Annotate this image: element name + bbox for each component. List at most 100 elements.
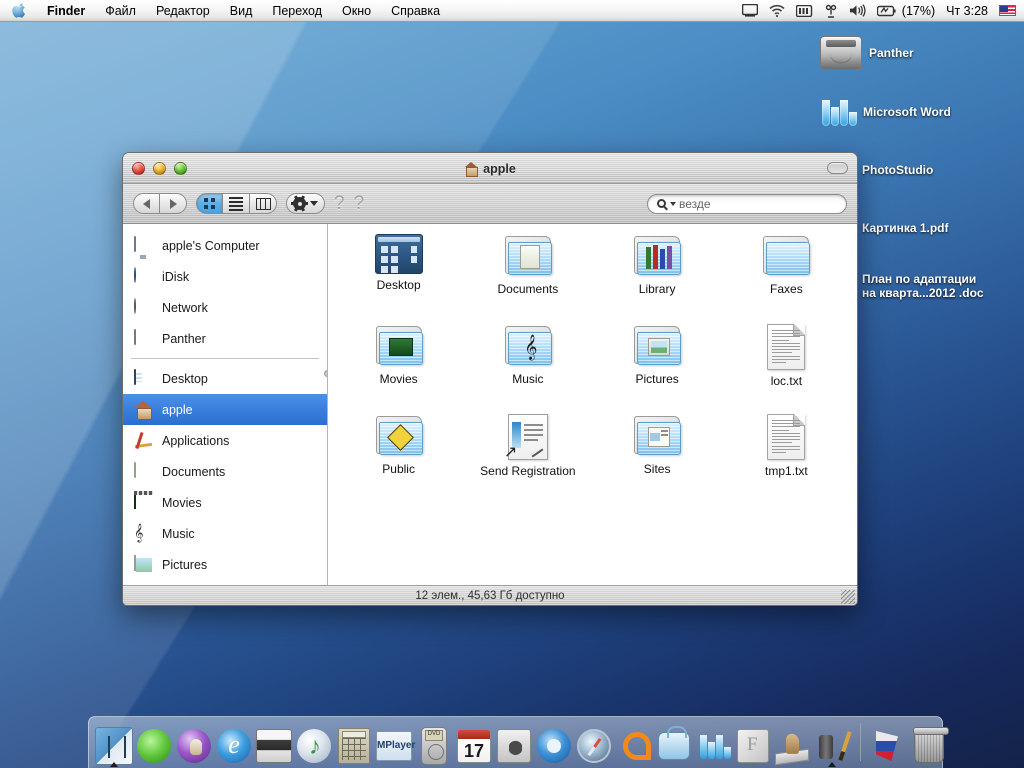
sidebar-item-idisk[interactable]: iDisk	[123, 261, 327, 292]
dock-item-quicktime[interactable]	[535, 721, 573, 765]
dock-item-preview[interactable]	[615, 721, 653, 765]
wifi-icon[interactable]	[769, 4, 785, 17]
idisk-icon	[134, 266, 136, 283]
sidebar-item-computer[interactable]: apple's Computer	[123, 230, 327, 261]
sidebar-item-panther[interactable]: Panther	[123, 323, 327, 354]
system-preferences-icon	[497, 729, 531, 763]
desktop-item-photostudio[interactable]: PhotoStudio	[862, 163, 933, 177]
sidebar-item-applications[interactable]: Applications	[123, 425, 327, 456]
font-book-icon	[737, 729, 769, 763]
toolbar-toggle-button[interactable]	[827, 162, 848, 174]
dock-item-photostudio[interactable]	[813, 721, 851, 767]
movies-folder-icon	[134, 492, 136, 509]
dock-item-trash[interactable]	[910, 721, 949, 765]
dock-item-russian-flag-app[interactable]	[870, 721, 908, 765]
desktop-item-panther[interactable]: Panther	[820, 36, 914, 70]
search-input-value[interactable]: везде	[679, 197, 711, 211]
menu-item-finder[interactable]: Finder	[37, 0, 95, 22]
battery-icon[interactable]	[876, 5, 897, 17]
sidebar-item-music[interactable]: 𝄞 Music	[123, 518, 327, 549]
back-button[interactable]	[133, 193, 160, 214]
music-folder-icon: 𝄞	[502, 324, 554, 368]
column-view-icon	[255, 197, 271, 210]
xchat-icon	[137, 729, 171, 763]
dock-item-calculator[interactable]	[335, 721, 373, 765]
status-text: 12 элем., 45,63 Гб доступно	[415, 589, 565, 602]
file-item-pictures[interactable]: Pictures	[593, 324, 722, 414]
menu-item-file[interactable]: Файл	[95, 0, 146, 22]
sidebar-item-movies[interactable]: Movies	[123, 487, 327, 518]
file-item-desktop[interactable]: Desktop	[334, 234, 463, 324]
dock-item-ical[interactable]: 17	[455, 721, 493, 765]
icon-view-button[interactable]	[196, 193, 223, 214]
menu-item-window[interactable]: Окно	[332, 0, 381, 22]
forward-button[interactable]	[160, 193, 187, 214]
list-view-button[interactable]	[223, 193, 250, 214]
file-item-movies[interactable]: Movies	[334, 324, 463, 414]
finder-window[interactable]: apple ? ? везде apple's Computer iDisk N…	[122, 152, 858, 606]
dock-item-font-book[interactable]	[735, 721, 771, 765]
apple-menu[interactable]	[0, 3, 37, 18]
resize-grip[interactable]	[841, 590, 855, 604]
safari-icon	[577, 729, 611, 763]
dock-item-dvd-player[interactable]	[415, 721, 453, 765]
menu-item-view[interactable]: Вид	[220, 0, 263, 22]
file-item-library[interactable]: Library	[593, 234, 722, 324]
dock-item-finder[interactable]	[95, 721, 133, 767]
file-item-music[interactable]: 𝄞 Music	[463, 324, 592, 414]
dock-item-xchat[interactable]	[135, 721, 173, 765]
file-item-loc-txt[interactable]: loc.txt	[722, 324, 851, 414]
us-flag-icon[interactable]	[999, 5, 1016, 16]
file-item-public[interactable]: Public	[334, 414, 463, 504]
desktop-item-label: План по адаптации на кварта...2012 .doc	[862, 272, 984, 300]
file-item-documents[interactable]: Documents	[463, 234, 592, 324]
menu-bar-status-area: (17%) Чт 3:28	[741, 4, 1024, 18]
dock-item-mplayer[interactable]: MPlayer	[375, 721, 415, 765]
status-bar: 12 элем., 45,63 Гб доступно	[123, 585, 857, 605]
dock-item-microsoft-word[interactable]	[695, 721, 733, 765]
dock-item-internet-explorer[interactable]: e	[215, 721, 253, 765]
dock-item-print-center[interactable]	[255, 721, 293, 765]
dock-item-itunes[interactable]	[295, 721, 333, 765]
dock-item-sherlock[interactable]	[655, 721, 693, 765]
file-item-faxes[interactable]: Faxes	[722, 234, 851, 324]
menu-item-edit[interactable]: Редактор	[146, 0, 220, 22]
sidebar-item-label: Music	[162, 526, 195, 541]
close-button[interactable]	[132, 161, 145, 175]
desktop-item-microsoft-word[interactable]: Microsoft Word	[820, 96, 951, 128]
window-titlebar[interactable]: apple	[123, 153, 857, 184]
dock-item-safari[interactable]	[575, 721, 613, 765]
display-icon[interactable]	[741, 4, 758, 17]
dvd-player-icon	[421, 727, 447, 765]
clock[interactable]: Чт 3:28	[946, 4, 988, 18]
zoom-button[interactable]	[174, 161, 187, 175]
file-browser-area[interactable]: Desktop Documents Library Faxes Movies 𝄞…	[328, 224, 857, 585]
sidebar-item-documents[interactable]: Documents	[123, 456, 327, 487]
chess-icon	[775, 748, 809, 766]
toolbar-placeholder-2-icon[interactable]: ?	[354, 194, 365, 213]
dock-item-system-preferences[interactable]	[495, 721, 533, 765]
quicktime-purple-icon	[177, 729, 211, 763]
menu-item-go[interactable]: Переход	[262, 0, 332, 22]
dock-item-chess[interactable]	[773, 721, 811, 766]
volume-icon[interactable]	[849, 4, 866, 17]
action-menu-button[interactable]	[286, 193, 325, 214]
column-view-button[interactable]	[250, 193, 277, 214]
bluetooth-icon[interactable]	[824, 4, 838, 18]
file-item-tmp1-txt[interactable]: tmp1.txt	[722, 414, 851, 504]
battery-meter-icon[interactable]	[795, 4, 813, 17]
file-item-send-registration[interactable]: ↗ Send Registration	[463, 414, 592, 504]
plain-folder-icon	[760, 234, 812, 278]
search-field[interactable]: везде	[647, 193, 847, 214]
menu-item-help[interactable]: Справка	[381, 0, 450, 22]
sidebar-item-pictures[interactable]: Pictures	[123, 549, 327, 580]
toolbar-placeholder-1-icon[interactable]: ?	[334, 194, 345, 213]
sidebar-item-desktop[interactable]: Desktop	[123, 363, 327, 394]
sidebar-item-network[interactable]: Network	[123, 292, 327, 323]
dock-item-quicktime-purple[interactable]	[175, 721, 213, 765]
desktop-item-kartinka-pdf[interactable]: Картинка 1.pdf	[862, 221, 949, 235]
file-item-sites[interactable]: Sites	[593, 414, 722, 504]
minimize-button[interactable]	[153, 161, 166, 175]
sidebar-item-apple[interactable]: apple	[123, 394, 327, 425]
desktop-item-plan-doc[interactable]: План по адаптации на кварта...2012 .doc	[862, 272, 984, 300]
